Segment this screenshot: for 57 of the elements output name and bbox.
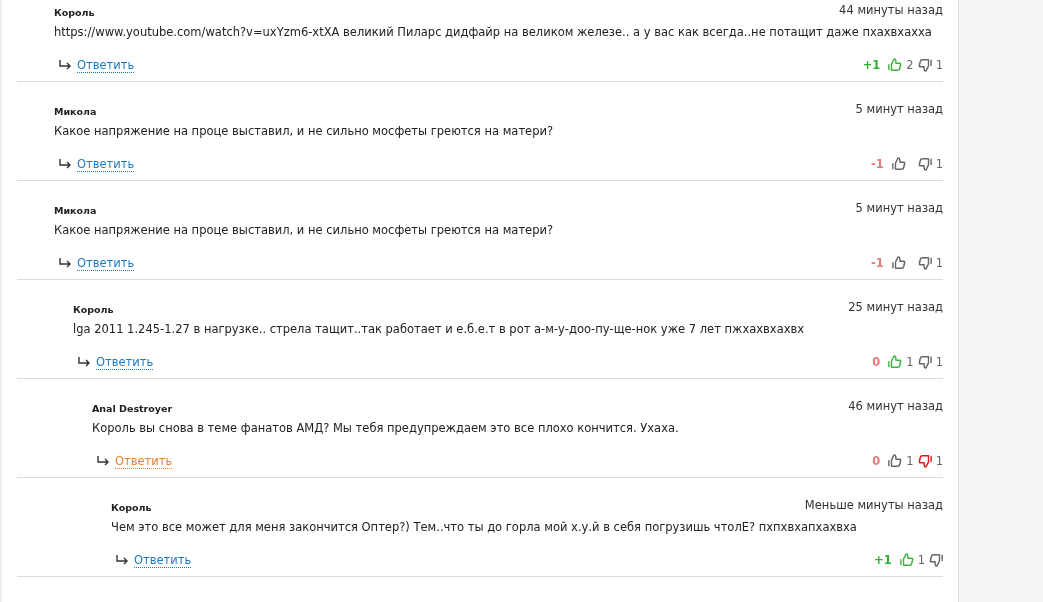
reply-link[interactable]: Ответить bbox=[96, 354, 154, 370]
dislike-count: 1 bbox=[935, 157, 943, 171]
author-name: Микола bbox=[54, 106, 97, 117]
reply-link[interactable]: Ответить bbox=[77, 255, 135, 271]
reply-arrow-icon bbox=[96, 456, 110, 466]
reply-arrow-icon bbox=[58, 258, 72, 268]
comment-text: Чем это все может для меня закончится Оптер?) Тем..что ты до горла мой х.у.й в себя погрузишь чтолЕ? пхпхвхапхахвха bbox=[111, 519, 858, 536]
thumbs-up-icon[interactable] bbox=[888, 454, 903, 468]
comment-text: lga 2011 1.245-1.27 в нагрузке.. стрела тащит..так работает и е.б.е.т в рот а-м-у-доо-пу-ще-нок уже 7 лет пжхахвхахвх bbox=[73, 321, 806, 338]
reply-arrow-icon bbox=[77, 357, 91, 367]
thumbs-down-icon[interactable] bbox=[917, 58, 932, 72]
rating-score: -1 bbox=[870, 256, 884, 270]
dislike-count: 1 bbox=[935, 58, 943, 72]
like-count: 1 bbox=[906, 355, 914, 369]
dislike-count: 1 bbox=[935, 256, 943, 270]
reply-link[interactable]: Ответить bbox=[115, 453, 173, 469]
reply-arrow-icon bbox=[58, 159, 72, 169]
thumbs-up-icon[interactable] bbox=[888, 355, 903, 369]
thumbs-down-icon[interactable] bbox=[917, 355, 932, 369]
comment-time: 46 минут назад bbox=[848, 399, 943, 413]
thumbs-down-icon[interactable] bbox=[917, 256, 932, 270]
reply-arrow-icon bbox=[58, 60, 72, 70]
author-name: Король bbox=[73, 304, 114, 315]
comment-text: https://www.youtube.com/watch?v=uxYzm6-xtXA великий Пиларс дидфайр на великом железе.. а у вас как всегда..не потащит даже пхахвхахха bbox=[54, 24, 933, 41]
thumbs-up-icon[interactable] bbox=[891, 256, 906, 270]
thumbs-down-icon[interactable] bbox=[929, 553, 943, 567]
dislike-count: 1 bbox=[935, 454, 943, 468]
like-count: 2 bbox=[906, 58, 914, 72]
dislike-count: 1 bbox=[935, 355, 943, 369]
reply-link[interactable]: Ответить bbox=[77, 156, 135, 172]
comment-time: Меньше минуты назад bbox=[804, 498, 943, 512]
like-count: 1 bbox=[906, 454, 914, 468]
comment-time: 5 минут назад bbox=[855, 201, 943, 215]
comment-text: Какое напряжение на проце выставил, и не сильно мосфеты греются на матери? bbox=[54, 222, 555, 239]
rating-score: +1 bbox=[874, 553, 892, 567]
comment-text: Король вы снова в теме фанатов АМД? Мы тебя предупреждаем это все плохо кончится. Ухаха. bbox=[92, 420, 680, 437]
author-name: Король bbox=[54, 7, 95, 18]
comment-text: Какое напряжение на проце выставил, и не сильно мосфеты греются на матери? bbox=[54, 123, 555, 140]
author-name: Anal Destroyer bbox=[92, 403, 173, 414]
comment-time: 25 минут назад bbox=[848, 300, 943, 314]
reply-link[interactable]: Ответить bbox=[77, 57, 135, 73]
rating-score: -1 bbox=[870, 157, 884, 171]
thumbs-up-icon[interactable] bbox=[888, 58, 903, 72]
comment-time: 44 минуты назад bbox=[839, 3, 943, 17]
thumbs-up-icon[interactable] bbox=[899, 553, 914, 567]
thumbs-down-icon[interactable] bbox=[917, 157, 932, 171]
rating-score: +1 bbox=[862, 58, 881, 72]
rating-score: 0 bbox=[872, 355, 881, 369]
reply-arrow-icon bbox=[115, 555, 129, 565]
reply-link[interactable]: Ответить bbox=[134, 552, 192, 568]
author-name: Микола bbox=[54, 205, 97, 216]
thumbs-down-icon[interactable] bbox=[917, 454, 932, 468]
like-count: 1 bbox=[917, 553, 925, 567]
thumbs-up-icon[interactable] bbox=[891, 157, 906, 171]
author-name: Король bbox=[111, 502, 152, 513]
comment-time: 5 минут назад bbox=[855, 102, 943, 116]
rating-score: 0 bbox=[872, 454, 881, 468]
